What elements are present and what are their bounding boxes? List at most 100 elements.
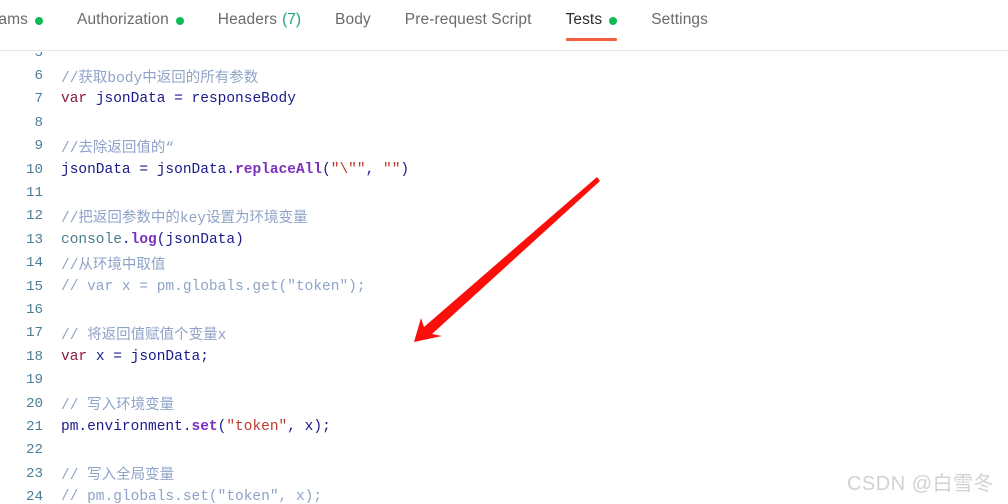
code-token: responseBody [191,91,296,108]
line-number: 5 [34,52,43,61]
line-number: 21 [25,418,43,435]
code-token: jsonData [130,348,201,365]
code-token: ; [322,418,331,435]
csdn-watermark: CSDN @白雪冬 [846,473,994,495]
line-number: 17 [25,325,43,342]
code-line-text: //去除返回值的“ [43,136,174,157]
code-token: environment [87,418,183,435]
code-line[interactable]: 6 //获取body中返回的所有参数 [0,64,1008,87]
code-line-text: console.log(jsonData) [43,232,244,248]
code-line-text: // 写入全局变量 [43,463,174,484]
code-token: "\"" [330,161,366,178]
code-line[interactable]: 22 [0,439,1008,462]
code-line[interactable]: 12 //把返回参数中的key设置为环境变量 [0,205,1008,228]
tests-script-editor[interactable]: 5 6//获取body中返回的所有参数 7 var jsonData = respon… [0,52,1008,504]
code-line[interactable]: 11 [0,181,1008,204]
tab-label: Tests [565,11,603,28]
code-line-text: // 将返回值赋值个变量x [43,323,226,344]
tab-item-params[interactable]: Params [0,0,44,50]
code-token: console [61,231,122,248]
tab-item-tests[interactable]: Tests [565,0,618,50]
tab-item-body[interactable]: Body [335,0,371,50]
code-token: //获取body中返回的所有参数 [61,70,259,87]
code-line[interactable]: 18 var x = jsonData; [0,345,1008,368]
line-number: 19 [25,372,43,389]
code-line[interactable]: 16 [0,298,1008,321]
code-line-text: // var x = pm.globals.get("token"); [43,279,366,295]
code-token: //从环境中取值 [61,257,166,274]
tab-status-dot-icon [175,17,184,25]
code-line[interactable]: 21 pm.environment.set("token", x); [0,415,1008,438]
code-lines-container: 5 6//获取body中返回的所有参数 7 var jsonData = respon… [0,52,1008,504]
code-token: ) [400,161,410,178]
tab-label: Settings [651,11,708,28]
code-token: // 写入全局变量 [61,468,175,485]
tab-label: Params [0,11,29,28]
code-token: pm [61,418,79,435]
code-token: = [104,348,131,365]
code-token: . [226,161,236,178]
code-line[interactable]: 7 var jsonData = responseBody [0,88,1008,111]
code-token: x [95,348,105,365]
code-line[interactable]: 13 console.log(jsonData) [0,228,1008,251]
line-number: 22 [25,442,43,459]
code-token: jsonData [165,231,236,248]
code-line[interactable]: 15 // var x = pm.globals.get("token"); [0,275,1008,298]
line-number: 7 [34,91,43,108]
line-number: 16 [25,301,43,318]
request-tab-bar: Params Authorization Headers(7) Body Pre-req… [0,0,1008,51]
line-number: 9 [34,138,43,155]
code-token: . [78,418,88,435]
line-number: 18 [25,348,43,365]
code-token: jsonData [61,161,131,178]
line-number: 12 [25,208,43,225]
code-token: jsonData [95,91,166,108]
code-line[interactable]: 9 //去除返回值的“ [0,135,1008,158]
code-token: ) [313,418,323,435]
code-token: jsonData [156,161,227,178]
code-line[interactable]: 14 //从环境中取值 [0,252,1008,275]
code-token: //把返回参数中的key设置为环境变量 [61,210,308,227]
code-token: // 将返回值赋值个变量x [61,327,227,344]
code-token: = [130,161,157,178]
tab-count-badge: (7) [282,11,302,28]
code-token: ; [200,348,209,365]
code-line-text: jsonData = jsonData.replaceAll("\"", "") [43,162,409,178]
code-token: // pm.globals.set("token", x); [61,489,323,504]
code-line-text: pm.environment.set("token", x); [43,419,331,435]
code-token: , [287,418,305,435]
code-line[interactable]: 5 [0,52,1008,64]
line-number: 11 [25,185,43,202]
tab-item-pre-request-script[interactable]: Pre-request Script [405,0,532,50]
line-number: 15 [25,278,43,295]
tab-item-authorization[interactable]: Authorization [77,0,184,50]
line-number: 6 [34,68,43,85]
tab-item-settings[interactable]: Settings [651,0,708,50]
code-token: // var x = pm.globals.get("token"); [61,278,366,295]
code-token: set [191,418,218,435]
tab-label: Body [335,11,371,28]
tab-label: Headers [217,11,278,28]
code-token: , [365,161,383,178]
code-token: . [182,418,192,435]
line-number: 23 [25,465,43,482]
active-tab-underline [565,38,618,41]
code-line[interactable]: 19 [0,368,1008,391]
code-line[interactable]: 20 // 写入环境变量 [0,392,1008,415]
code-token: ) [235,231,244,248]
code-token: log [130,231,157,248]
code-line[interactable]: 17 // 将返回值赋值个变量x [0,322,1008,345]
line-number: 24 [25,489,43,504]
code-token: //去除返回值的“ [61,140,175,157]
line-number: 14 [25,255,43,272]
code-token: var [61,348,88,365]
code-line[interactable]: 10 jsonData = jsonData.replaceAll("\"", "… [0,158,1008,181]
code-line[interactable]: 8 [0,111,1008,134]
tab-item-headers[interactable]: Headers (7) [217,0,302,50]
code-line-text: //把返回参数中的key设置为环境变量 [43,206,308,227]
line-number: 10 [25,161,43,178]
tab-status-dot-icon [35,17,44,25]
code-line-text: //从环境中取值 [43,253,165,274]
